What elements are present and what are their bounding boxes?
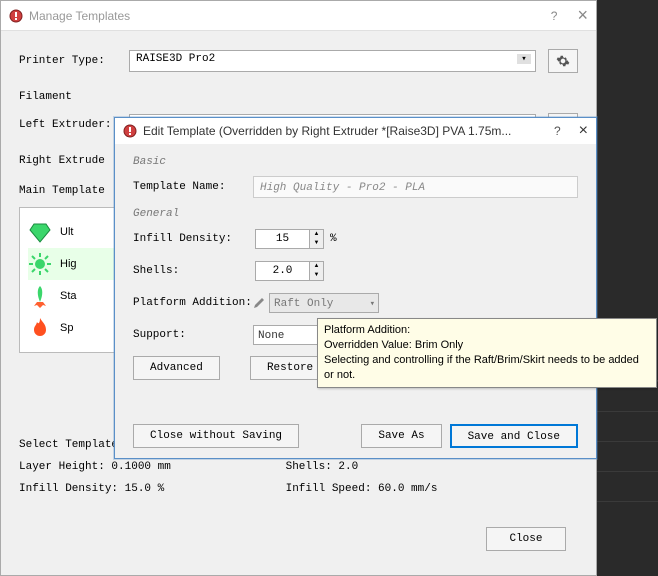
tooltip: Platform Addition: Overridden Value: Bri… — [317, 318, 657, 388]
layer-height-info: Layer Height: 0.1000 mm — [19, 461, 279, 473]
left-extruder-label: Left Extruder: — [19, 119, 129, 131]
filament-label: Filament — [19, 91, 578, 103]
shells-input[interactable] — [255, 261, 310, 281]
basic-group-label: Basic — [133, 156, 578, 168]
app-icon — [123, 124, 137, 138]
app-background — [597, 0, 658, 576]
general-group-label: General — [133, 208, 578, 220]
support-label: Support: — [133, 329, 253, 341]
app-icon — [9, 9, 23, 23]
infill-speed-info: Infill Speed: 60.0 mm/s — [286, 483, 546, 495]
shells-stepper[interactable]: ▲▼ — [255, 261, 324, 281]
template-item-label: Sp — [60, 322, 73, 334]
up-arrow-icon[interactable]: ▲ — [310, 262, 323, 271]
template-item-label: Ult — [60, 226, 73, 238]
shells-label: Shells: — [133, 265, 253, 277]
infill-density-label: Infill Density: — [133, 233, 253, 245]
infill-density-stepper[interactable]: ▲▼ — [255, 229, 324, 249]
close-icon[interactable]: × — [577, 5, 588, 26]
printer-type-settings-button[interactable] — [548, 49, 578, 73]
gear-icon — [556, 54, 570, 68]
up-arrow-icon[interactable]: ▲ — [310, 230, 323, 239]
diamond-icon — [28, 220, 52, 244]
right-extruder-label: Right Extrude — [19, 155, 129, 167]
infill-density-info: Infill Density: 15.0 % — [19, 483, 279, 495]
down-arrow-icon[interactable]: ▼ — [310, 271, 323, 280]
dialog-titlebar: Edit Template (Overridden by Right Extru… — [115, 118, 596, 144]
shells-info: Shells: 2.0 — [286, 461, 546, 473]
tooltip-line: Selecting and controlling if the Raft/Br… — [324, 353, 650, 383]
window-title: Manage Templates — [29, 9, 551, 23]
close-button[interactable]: Close — [486, 527, 566, 551]
help-button[interactable]: ? — [551, 9, 558, 23]
dialog-title: Edit Template (Overridden by Right Extru… — [143, 124, 554, 138]
save-as-button[interactable]: Save As — [361, 424, 441, 448]
flame-icon — [28, 316, 52, 340]
template-name-field[interactable]: High Quality - Pro2 - PLA — [253, 176, 578, 198]
printer-type-select[interactable]: RAISE3D Pro2 — [129, 50, 536, 72]
tooltip-line: Platform Addition: — [324, 323, 650, 338]
rocket-icon — [28, 284, 52, 308]
dialog-close-icon[interactable]: × — [579, 122, 588, 140]
infill-density-input[interactable] — [255, 229, 310, 249]
sun-icon — [28, 252, 52, 276]
close-without-saving-button[interactable]: Close without Saving — [133, 424, 299, 448]
titlebar: Manage Templates ? × — [1, 1, 596, 31]
template-item-label: Sta — [60, 290, 77, 302]
printer-type-label: Printer Type: — [19, 55, 129, 67]
dialog-help-button[interactable]: ? — [554, 124, 561, 138]
pencil-icon — [253, 297, 265, 309]
template-name-label: Template Name: — [133, 181, 253, 193]
save-and-close-button[interactable]: Save and Close — [450, 424, 578, 448]
down-arrow-icon[interactable]: ▼ — [310, 239, 323, 248]
unit-label: % — [330, 233, 337, 245]
template-item-label: Hig — [60, 258, 77, 270]
platform-addition-select[interactable]: Raft Only — [269, 293, 379, 313]
advanced-button[interactable]: Advanced — [133, 356, 220, 380]
tooltip-line: Overridden Value: Brim Only — [324, 338, 650, 353]
platform-addition-label: Platform Addition: — [133, 297, 253, 309]
edit-template-dialog: Edit Template (Overridden by Right Extru… — [114, 117, 597, 459]
